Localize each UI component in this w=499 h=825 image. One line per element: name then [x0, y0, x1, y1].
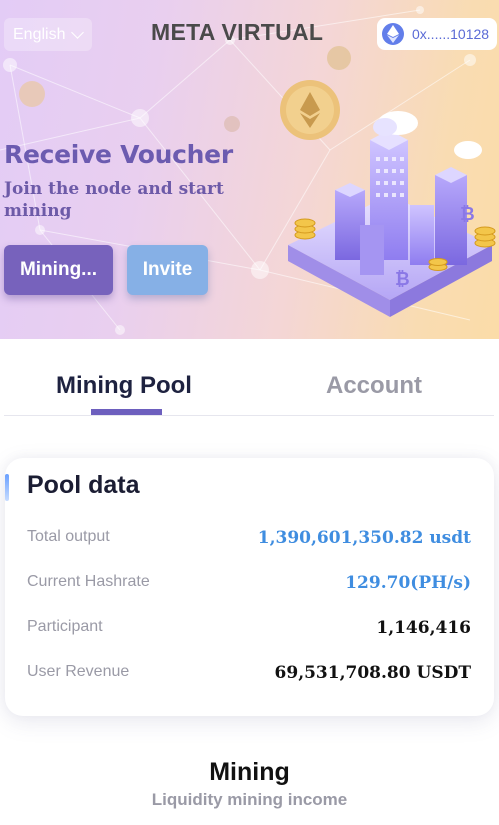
crypto-city-illustration: ₿ ₿	[288, 111, 496, 317]
stat-row-user-revenue: User Revenue 69,531,708.80 USDT	[27, 663, 471, 687]
wallet-address: 0x......10128	[412, 26, 490, 42]
stat-label: User Revenue	[27, 663, 130, 680]
hero-title: Receive Voucher	[4, 140, 233, 169]
stat-value: 69,531,708.80 USDT	[274, 663, 471, 683]
brand-title: META VIRTUAL	[151, 19, 324, 45]
chevron-down-icon	[71, 25, 85, 39]
tab-account[interactable]: Account	[326, 372, 422, 400]
mining-section-subtitle: Liquidity mining income	[151, 790, 348, 809]
stat-label: Current Hashrate	[27, 573, 150, 590]
mining-button[interactable]: Mining...	[4, 245, 113, 295]
stat-row-total-output: Total output 1,390,601,350.82 usdt	[27, 528, 471, 552]
language-selector[interactable]: English	[4, 18, 92, 51]
invite-button[interactable]: Invite	[127, 245, 208, 295]
pool-data-card: Pool data Total output 1,390,601,350.82 …	[5, 458, 494, 716]
main-tabs: Mining Pool Account	[4, 340, 494, 416]
hero-banner: English META VIRTUAL 0x......10128 Recei…	[0, 0, 499, 339]
svg-text:₿: ₿	[395, 269, 410, 290]
stat-row-participant: Participant 1,146,416	[27, 618, 471, 642]
stat-label: Participant	[27, 618, 103, 635]
pool-data-title: Pool data	[27, 471, 140, 499]
active-tab-indicator	[91, 409, 162, 415]
stat-value: 1,390,601,350.82 usdt	[257, 528, 471, 548]
wallet-button[interactable]: 0x......10128	[377, 18, 497, 50]
mining-section-title: Mining	[209, 758, 290, 786]
stat-row-hashrate: Current Hashrate 129.70(PH/s)	[27, 573, 471, 597]
tab-mining-pool[interactable]: Mining Pool	[56, 372, 192, 400]
stat-value: 129.70(PH/s)	[345, 573, 471, 593]
section-accent-bar	[5, 474, 9, 501]
ethereum-icon	[382, 23, 404, 45]
svg-text:₿: ₿	[460, 204, 475, 225]
hero-subtitle: Join the node and start mining	[4, 179, 224, 221]
language-label: English	[13, 25, 66, 43]
stat-value: 1,146,416	[376, 618, 471, 638]
stat-label: Total output	[27, 528, 110, 545]
